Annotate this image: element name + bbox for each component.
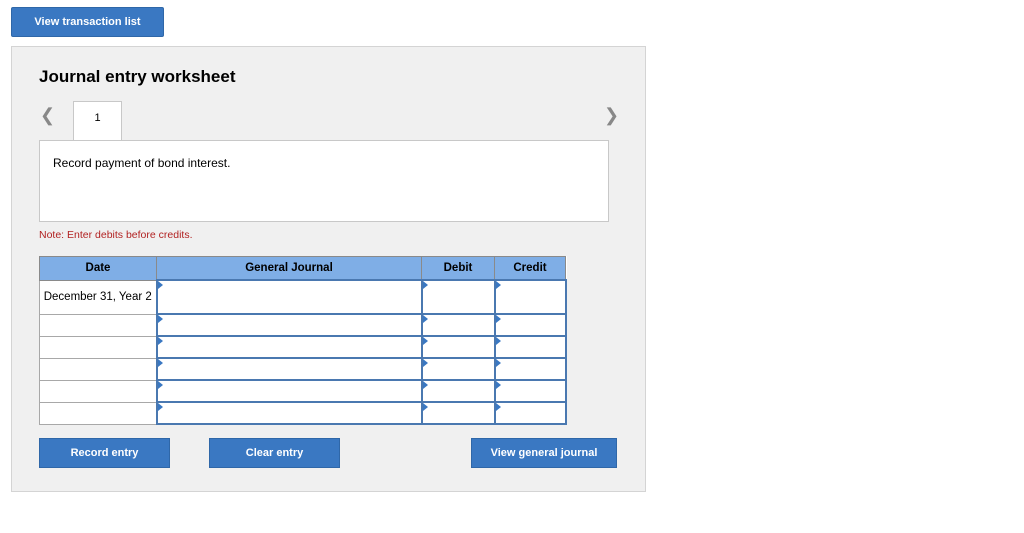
- entry-note: Note: Enter debits before credits.: [39, 229, 193, 241]
- credit-input[interactable]: [493, 279, 567, 315]
- date-cell: [39, 401, 157, 425]
- worksheet-title: Journal entry worksheet: [39, 67, 236, 86]
- date-cell: December 31, Year 2: [39, 279, 157, 315]
- table-row: December 31, Year 2: [39, 279, 567, 315]
- debit-input[interactable]: [420, 313, 496, 337]
- debit-input[interactable]: [420, 401, 496, 425]
- date-cell: [39, 335, 157, 359]
- journal-entry-worksheet-panel: Journal entry worksheet ❮ ❯ 1 Record pay…: [11, 46, 646, 492]
- chevron-right-icon[interactable]: ❯: [604, 105, 619, 126]
- account-input[interactable]: [155, 357, 423, 381]
- table-row: [39, 357, 567, 381]
- date-cell: [39, 313, 157, 337]
- view-transaction-list-button[interactable]: View transaction list: [11, 7, 164, 37]
- date-cell: [39, 379, 157, 403]
- credit-input[interactable]: [493, 357, 567, 381]
- record-entry-button[interactable]: Record entry: [39, 438, 170, 468]
- view-general-journal-button[interactable]: View general journal: [471, 438, 617, 468]
- header-general-journal: General Journal: [156, 256, 422, 281]
- chevron-left-icon[interactable]: ❮: [40, 105, 55, 126]
- account-input[interactable]: [155, 379, 423, 403]
- account-input[interactable]: [155, 279, 423, 315]
- credit-input[interactable]: [493, 401, 567, 425]
- header-credit: Credit: [494, 256, 566, 281]
- table-row: [39, 335, 567, 359]
- table-row: [39, 313, 567, 337]
- table-row: [39, 401, 567, 425]
- clear-entry-button[interactable]: Clear entry: [209, 438, 340, 468]
- credit-input[interactable]: [493, 313, 567, 337]
- credit-input[interactable]: [493, 379, 567, 403]
- debit-input[interactable]: [420, 279, 496, 315]
- date-cell: [39, 357, 157, 381]
- tab-1[interactable]: 1: [73, 101, 122, 141]
- debit-input[interactable]: [420, 357, 496, 381]
- debit-input[interactable]: [420, 379, 496, 403]
- account-input[interactable]: [155, 313, 423, 337]
- account-input[interactable]: [155, 401, 423, 425]
- table-row: [39, 379, 567, 403]
- credit-input[interactable]: [493, 335, 567, 359]
- header-date: Date: [39, 256, 157, 281]
- account-input[interactable]: [155, 335, 423, 359]
- journal-table: Date General Journal Debit Credit Decemb…: [39, 256, 567, 425]
- debit-input[interactable]: [420, 335, 496, 359]
- header-debit: Debit: [421, 256, 495, 281]
- entry-description: Record payment of bond interest.: [39, 140, 609, 222]
